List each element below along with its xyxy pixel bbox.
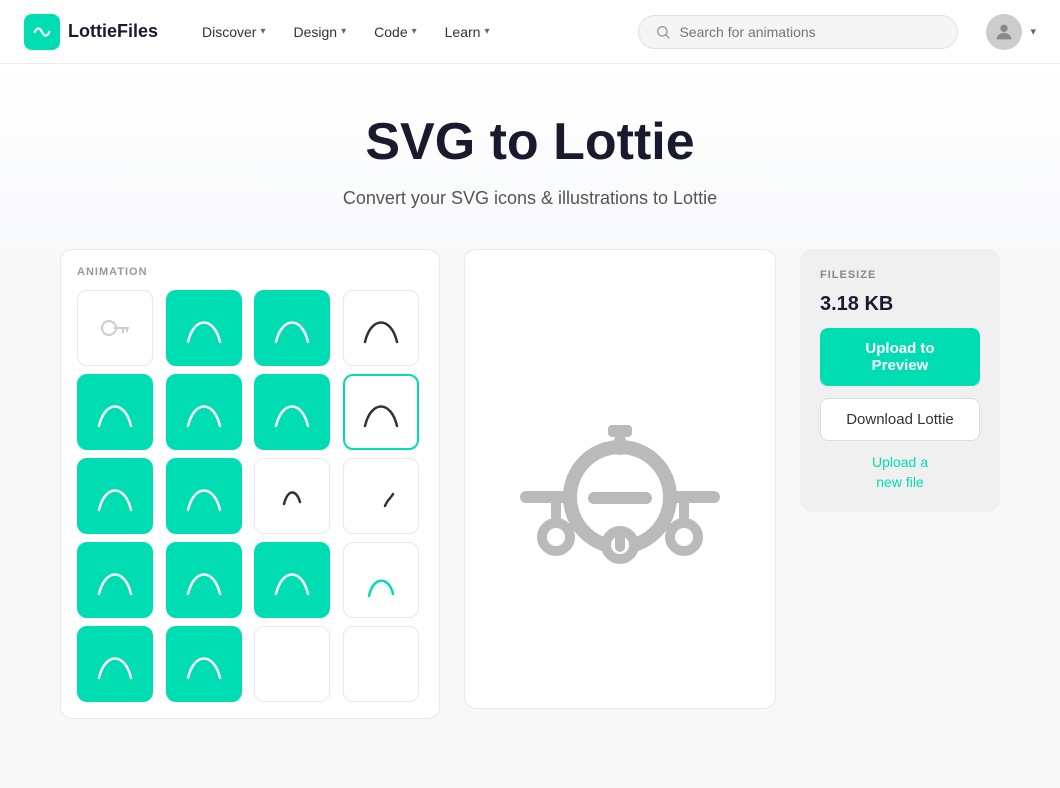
download-lottie-button[interactable]: Download Lottie	[820, 398, 980, 441]
navbar: LottieFiles Discover ▾ Design ▾ Code ▾ L…	[0, 0, 1060, 64]
animation-grid	[77, 290, 423, 702]
nav-discover[interactable]: Discover ▾	[190, 16, 278, 48]
anim-cell-curve-14[interactable]	[166, 626, 242, 702]
navbar-nav: Discover ▾ Design ▾ Code ▾ Learn ▾	[190, 16, 501, 48]
anim-cell-curve-selected[interactable]	[343, 374, 419, 450]
hero-section: SVG to Lottie Convert your SVG icons & i…	[0, 64, 1060, 249]
chevron-down-icon: ▾	[341, 26, 346, 37]
animation-panel-label: ANIMATION	[77, 266, 423, 278]
anim-cell-curve-10[interactable]	[166, 542, 242, 618]
page-subtitle: Convert your SVG icons & illustrations t…	[24, 188, 1036, 209]
anim-cell-curve-12[interactable]	[343, 542, 419, 618]
logo-text: LottieFiles	[68, 21, 158, 42]
upload-to-preview-button[interactable]: Upload to Preview	[820, 328, 980, 386]
logo-icon	[24, 14, 60, 50]
anim-cell-key[interactable]	[77, 290, 153, 366]
anim-cell-empty-1[interactable]	[254, 626, 330, 702]
anim-cell-curve-2[interactable]	[254, 290, 330, 366]
anim-cell-small-2[interactable]	[343, 458, 419, 534]
chevron-down-icon: ▾	[484, 26, 489, 37]
anim-cell-curve-6[interactable]	[254, 374, 330, 450]
page-title: SVG to Lottie	[24, 112, 1036, 172]
anim-cell-curve-9[interactable]	[77, 542, 153, 618]
right-panel: FILESIZE 3.18 KB Upload to Preview Downl…	[800, 249, 1000, 512]
avatar[interactable]	[986, 14, 1022, 50]
chevron-down-icon: ▾	[412, 26, 417, 37]
filesize-value: 3.18 KB	[820, 293, 980, 316]
nav-code[interactable]: Code ▾	[362, 16, 429, 48]
search-icon	[655, 24, 671, 40]
animation-panel: ANIMATION	[60, 249, 440, 719]
search-bar[interactable]	[638, 15, 958, 49]
main-content: ANIMATION	[0, 249, 1060, 779]
anim-cell-curve-1[interactable]	[166, 290, 242, 366]
filesize-label: FILESIZE	[820, 269, 980, 281]
anim-cell-empty-2[interactable]	[343, 626, 419, 702]
anim-cell-curve-8[interactable]	[166, 458, 242, 534]
anim-cell-curve-7[interactable]	[77, 458, 153, 534]
anim-cell-curve-13[interactable]	[77, 626, 153, 702]
upload-new-file-link[interactable]: Upload a new file	[820, 453, 980, 492]
chevron-down-icon: ▾	[260, 26, 265, 37]
anim-cell-small-1[interactable]	[254, 458, 330, 534]
avatar-chevron-icon[interactable]: ▾	[1030, 25, 1036, 38]
nav-design[interactable]: Design ▾	[282, 16, 359, 48]
preview-panel	[464, 249, 776, 709]
search-input[interactable]	[679, 24, 941, 40]
anim-cell-curve-4[interactable]	[77, 374, 153, 450]
anim-cell-curve-11[interactable]	[254, 542, 330, 618]
preview-image	[490, 377, 750, 582]
logo[interactable]: LottieFiles	[24, 14, 158, 50]
anim-cell-curve-3[interactable]	[343, 290, 419, 366]
anim-cell-curve-5[interactable]	[166, 374, 242, 450]
nav-learn[interactable]: Learn ▾	[433, 16, 502, 48]
